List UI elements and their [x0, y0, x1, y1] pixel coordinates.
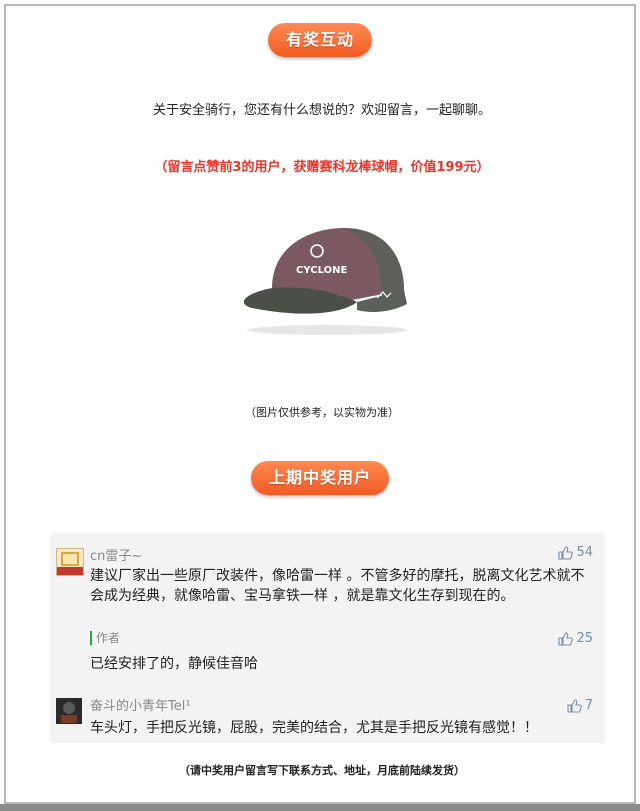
image-caption: （图片仅供参考，以实物为准） — [245, 406, 399, 419]
section-title-winners: 上期中奖用户 — [250, 461, 390, 495]
reply-like-button[interactable]: 25 — [558, 631, 593, 646]
baseball-cap-image: CYCLONE — [232, 218, 422, 338]
reply-author-label: 作者 — [90, 631, 120, 645]
section-title-interaction: 有奖互动 — [267, 23, 373, 57]
reply-text: 已经安排了的，静候佳音哈 — [90, 656, 258, 672]
comment-text: 建议厂家出一些原厂改装件，像哈雷一样 。不管多好的摩托，脱离文化艺术就不会成为经… — [90, 568, 585, 604]
comments-list: cn雷子~ 54 建议厂家出一些原厂改装件，像哈雷一样 。不管多好的摩托，脱离文… — [50, 533, 605, 743]
avatar[interactable] — [56, 548, 84, 576]
like-button[interactable]: 7 — [567, 698, 593, 713]
comment-text: 车头灯，手把反光镜，屁股，完美的结合，尤其是手把反光镜有感觉！！ — [90, 720, 538, 736]
footer-note: （请中奖用户留言写下联系方式、地址，月底前陆续发货） — [179, 764, 465, 777]
promo-text: （留言点赞前3的用户，获赠赛科龙棒球帽，价值199元） — [154, 160, 490, 175]
avatar[interactable] — [56, 698, 82, 724]
cap-brand-text: CYCLONE — [296, 265, 347, 276]
like-count: 7 — [584, 698, 593, 713]
like-count: 25 — [576, 631, 593, 646]
comment-username[interactable]: cn雷子~ — [90, 545, 142, 564]
comment-username[interactable]: 奋斗的小青年Tel¹ — [90, 695, 191, 714]
thumbs-up-icon — [567, 698, 582, 713]
intro-text: 关于安全骑行，您还有什么想说的？欢迎留言，一起聊聊。 — [152, 103, 491, 118]
like-count: 54 — [576, 545, 593, 560]
like-button[interactable]: 54 — [558, 545, 593, 560]
page-bottom-bar — [0, 804, 640, 811]
thumbs-up-icon — [558, 631, 574, 646]
article-frame: 有奖互动 关于安全骑行，您还有什么想说的？欢迎留言，一起聊聊。 （留言点赞前3的… — [4, 4, 636, 804]
thumbs-up-icon — [558, 545, 574, 560]
